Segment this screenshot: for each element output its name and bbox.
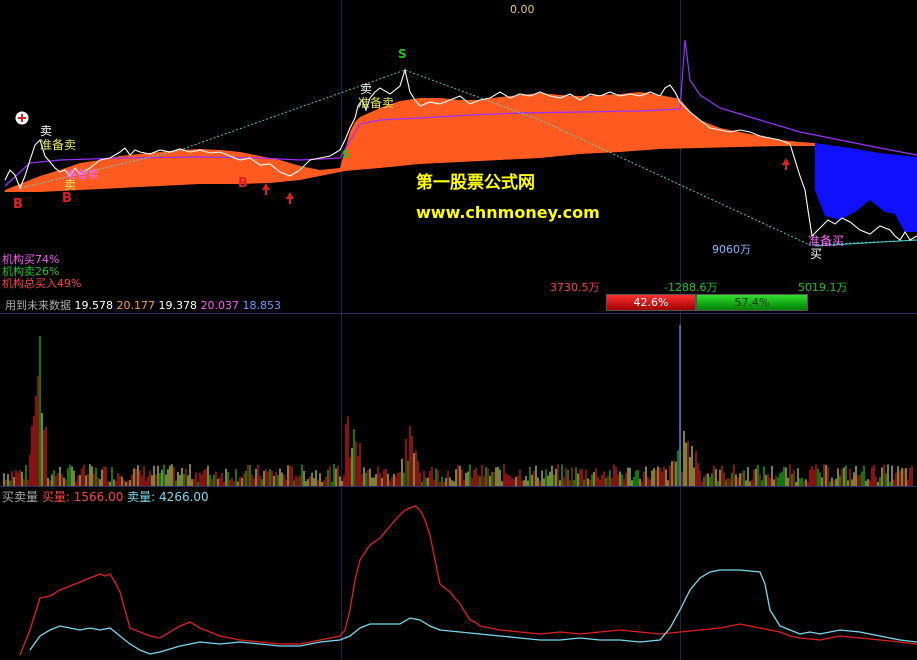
buy-volume-value: 1566.00 [73,490,124,504]
indicator-v1: 19.578 [74,299,114,312]
sell-label: 卖 [64,178,77,192]
flow-left-value: 3730.5万 [550,281,600,294]
sell-volume-line [29,569,917,655]
buy-b-marker: B [62,191,72,206]
watermark-url: www.chnmoney.com [416,203,600,222]
cost-area [5,92,815,192]
buy-label: 买 [810,247,823,261]
flow-mid-value: -1288.6万 [664,281,718,294]
buy-volume-label: 买量: [41,490,70,504]
grid-hline [0,486,917,487]
price-chart: B B B S S [4,39,917,247]
grid-hline [0,313,917,314]
indicator-values: 用到未来数据 19.578 20.177 19.378 20.037 18.85… [5,297,281,313]
flow-amount: 9060万 [712,243,751,256]
sell-volume-value: 4266.00 [159,490,209,504]
volume-bars [3,336,913,486]
indicator-v3: 19.378 [158,299,198,312]
top-value: 0.00 [510,3,535,16]
watermark-title: 第一股票公式网 [416,173,535,193]
indicator-v2: 20.177 [116,299,156,312]
indicator-v5: 18.853 [242,299,282,312]
sell-volume-label: 卖量: [127,490,156,504]
sell-s-marker: S [342,148,350,161]
sell-ratio-text: 57.4% [734,296,770,309]
bottom-panel-header: 买卖量 买量: 1566.00 卖量: 4266.00 [2,488,209,505]
add-icon [15,111,29,125]
bottom-panel-title: 买卖量 [2,490,39,504]
buy-ratio-text: 42.6% [633,296,669,309]
buy-b-marker: B [238,176,248,191]
flow-right-value: 5019.1万 [798,281,848,294]
sell-s-marker: S [398,47,407,61]
buy-volume-line [19,505,917,656]
buy-b-marker: B [13,197,23,212]
inst-total-label: 机构总买入49% [2,277,82,290]
indicator-v4: 20.037 [200,299,240,312]
indicator-label: 用到未来数据 [5,299,71,312]
distribution-area [815,143,917,232]
prepare-sell-label: 准备卖 [358,96,395,110]
prepare-sell-label: 准备卖 [40,138,77,152]
